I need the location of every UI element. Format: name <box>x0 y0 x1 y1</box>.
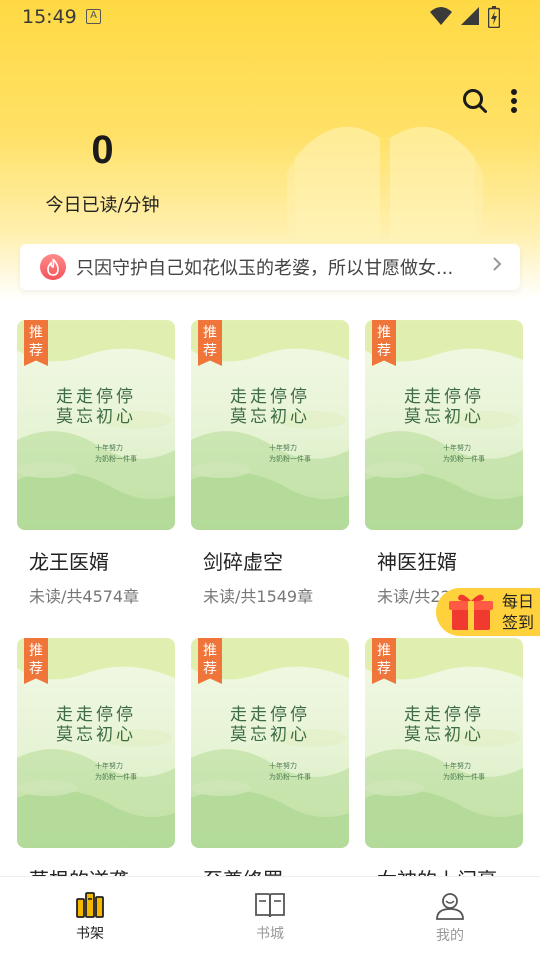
tab-bookstore[interactable]: 书城 <box>180 877 360 960</box>
daily-checkin-line1: 每日 <box>502 592 535 611</box>
user-icon <box>436 893 464 920</box>
recommend-badge: 推荐 <box>24 638 48 684</box>
tab-bookshelf[interactable]: 书架 <box>0 877 180 960</box>
notice-text: 只因守护自己如花似玉的老婆，所以甘愿做女... <box>76 258 454 279</box>
a-icon: A <box>86 9 101 24</box>
recommend-badge: 推荐 <box>198 320 222 366</box>
open-book-decoration <box>287 126 483 243</box>
notice-bar[interactable]: 只因守护自己如花似玉的老婆，所以甘愿做女... <box>20 244 520 290</box>
tab-profile[interactable]: 我的 <box>360 877 540 960</box>
cover-subtitle-line1: 十年努力 <box>269 444 297 452</box>
chevron-right-icon <box>493 257 502 271</box>
book-card[interactable]: 推荐 走走停停 莫忘初心 十年努力 为奶粉一件事 龙王医婿 未读/共4574章 <box>17 320 175 607</box>
gift-icon <box>449 594 493 630</box>
book-cover[interactable]: 推荐 走走停停 莫忘初心 十年努力 为奶粉一件事 <box>17 320 175 530</box>
cover-subtitle-line2: 为奶粉一件事 <box>95 773 137 781</box>
book-card[interactable]: 推荐 走走停停 莫忘初心 十年努力 为奶粉一件事 草根的逆袭 <box>17 638 175 901</box>
book-card[interactable]: 推荐 走走停停 莫忘初心 十年努力 为奶粉一件事 女神的上门豪 <box>365 638 523 901</box>
book-cover[interactable]: 推荐 走走停停 莫忘初心 十年努力 为奶粉一件事 <box>17 638 175 848</box>
bookshelf-icon <box>76 892 104 918</box>
book-card[interactable]: 推荐 走走停停 莫忘初心 十年努力 为奶粉一件事 剑碎虚空 未读/共1549章 <box>191 320 349 607</box>
cover-title-line2: 莫忘初心 <box>404 407 484 427</box>
cover-subtitle-line2: 为奶粉一件事 <box>443 773 485 781</box>
signal-icon <box>461 7 479 25</box>
status-time: 15:49 <box>22 6 77 28</box>
tab-bookstore-label: 书城 <box>256 926 284 942</box>
battery-charging-icon <box>488 6 500 28</box>
daily-checkin-button[interactable]: 每日 签到 <box>436 588 540 636</box>
cover-subtitle-line1: 十年努力 <box>269 762 297 770</box>
book-cover[interactable]: 推荐 走走停停 莫忘初心 十年努力 为奶粉一件事 <box>365 638 523 848</box>
book-card[interactable]: 推荐 走走停停 莫忘初心 十年努力 为奶粉一件事 至尊终罪 <box>191 638 349 901</box>
book-title[interactable]: 神医狂婿 <box>377 546 523 575</box>
book-cover[interactable]: 推荐 走走停停 莫忘初心 十年努力 为奶粉一件事 <box>191 320 349 530</box>
fire-icon <box>40 254 66 280</box>
read-minutes-value: 0 <box>91 128 114 172</box>
cover-subtitle-line1: 十年努力 <box>443 444 471 452</box>
cover-subtitle-line2: 为奶粉一件事 <box>443 455 485 463</box>
cover-subtitle-line1: 十年努力 <box>443 762 471 770</box>
cover-subtitle-line2: 为奶粉一件事 <box>269 773 311 781</box>
recommend-badge: 推荐 <box>372 320 396 366</box>
cover-subtitle-line1: 十年努力 <box>95 762 123 770</box>
book-title[interactable]: 龙王医婿 <box>29 546 175 575</box>
book-card[interactable]: 推荐 走走停停 莫忘初心 十年努力 为奶粉一件事 神医狂婿 未读/共2229章 <box>365 320 523 607</box>
cover-title-line2: 莫忘初心 <box>56 407 136 427</box>
cover-title-line2: 莫忘初心 <box>230 725 310 745</box>
book-cover[interactable]: 推荐 走走停停 莫忘初心 十年努力 为奶粉一件事 <box>191 638 349 848</box>
more-vert-icon[interactable] <box>510 88 518 114</box>
cover-subtitle-line2: 为奶粉一件事 <box>95 455 137 463</box>
read-minutes-label: 今日已读/分钟 <box>45 195 160 216</box>
cover-title-line2: 莫忘初心 <box>230 407 310 427</box>
daily-checkin-label: 每日 签到 <box>502 591 534 633</box>
recommend-badge: 推荐 <box>24 320 48 366</box>
tab-profile-label: 我的 <box>436 928 464 944</box>
book-title[interactable]: 剑碎虚空 <box>203 546 349 575</box>
book-open-icon <box>255 893 285 918</box>
tab-bookshelf-label: 书架 <box>76 926 104 942</box>
cover-title-line2: 莫忘初心 <box>404 725 484 745</box>
cover-subtitle-line2: 为奶粉一件事 <box>269 455 311 463</box>
cover-title-line2: 莫忘初心 <box>56 725 136 745</box>
book-cover[interactable]: 推荐 走走停停 莫忘初心 十年努力 为奶粉一件事 <box>365 320 523 530</box>
book-progress: 未读/共1549章 <box>203 587 314 606</box>
recommend-badge: 推荐 <box>372 638 396 684</box>
daily-checkin-line2: 签到 <box>502 613 535 632</box>
cover-subtitle-line1: 十年努力 <box>95 444 123 452</box>
status-bar: 15:49 A <box>0 0 540 34</box>
recommend-badge: 推荐 <box>198 638 222 684</box>
book-progress: 未读/共4574章 <box>29 587 140 606</box>
wifi-icon <box>430 7 452 25</box>
bottom-tab-bar: 书架 书城 我的 <box>0 876 540 960</box>
search-icon[interactable] <box>462 88 488 114</box>
